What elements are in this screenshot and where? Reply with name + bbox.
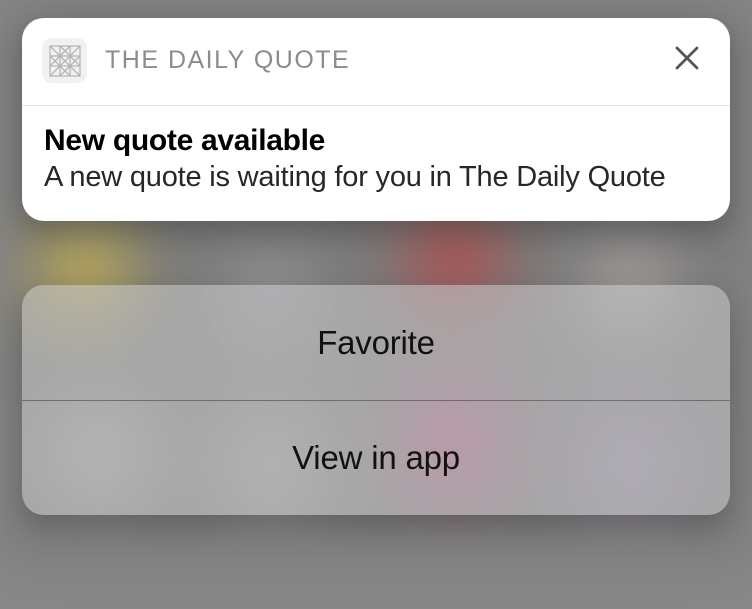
grid-icon bbox=[45, 41, 85, 81]
notification-title: New quote available bbox=[44, 124, 708, 158]
notification-card[interactable]: THE DAILY QUOTE New quote available A ne… bbox=[22, 18, 730, 221]
favorite-label: Favorite bbox=[317, 324, 435, 362]
favorite-button[interactable]: Favorite bbox=[22, 285, 730, 400]
view-in-app-label: View in app bbox=[292, 439, 460, 477]
app-icon bbox=[42, 38, 87, 83]
view-in-app-button[interactable]: View in app bbox=[22, 400, 730, 515]
app-name-label: THE DAILY QUOTE bbox=[105, 46, 668, 75]
notification-header: THE DAILY QUOTE bbox=[22, 18, 730, 106]
notification-body: New quote available A new quote is waiti… bbox=[22, 106, 730, 221]
close-icon[interactable] bbox=[668, 41, 706, 81]
notification-message: A new quote is waiting for you in The Da… bbox=[44, 160, 708, 195]
action-sheet: Favorite View in app bbox=[22, 285, 730, 515]
